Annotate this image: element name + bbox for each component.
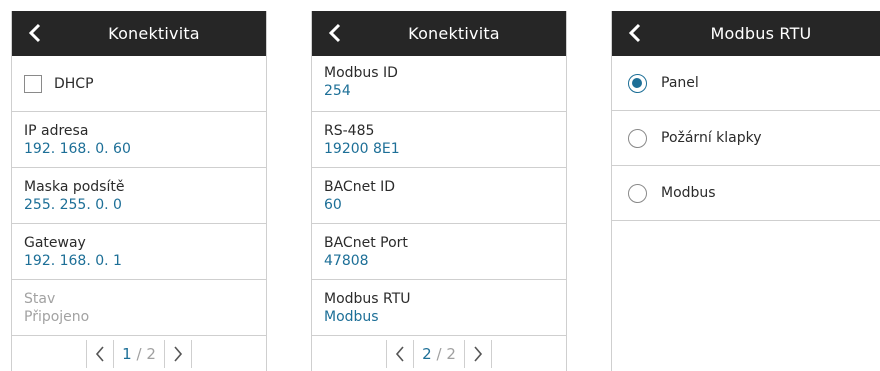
chevron-right-icon (174, 346, 182, 362)
option-label: Požární klapky (661, 130, 762, 146)
header: Modbus RTU (612, 11, 880, 56)
bacnet-port-item[interactable]: BACnet Port 47808 (312, 224, 566, 280)
field-label: Modbus RTU (324, 291, 411, 307)
chevron-right-icon (474, 346, 482, 362)
chevron-left-icon (328, 23, 341, 43)
prev-page-button[interactable] (387, 340, 413, 368)
field-value: 255. 255. 0. 0 (24, 197, 122, 213)
modbus-rtu-item[interactable]: Modbus RTU Modbus (312, 280, 566, 336)
option-label: Modbus (661, 185, 716, 201)
header: Konektivita (312, 11, 566, 56)
next-page-button[interactable] (465, 340, 491, 368)
page-separator: / (436, 345, 442, 363)
back-button[interactable] (22, 19, 48, 47)
radio-button[interactable] (628, 128, 647, 148)
prev-page-button[interactable] (87, 340, 113, 368)
radio-button[interactable] (628, 183, 647, 203)
option-fire-dampers[interactable]: Požární klapky (612, 111, 880, 166)
chevron-left-icon (28, 23, 41, 43)
chevron-left-icon (96, 346, 104, 362)
option-modbus[interactable]: Modbus (612, 166, 880, 221)
total-pages: 2 (146, 345, 156, 363)
dhcp-checkbox[interactable] (24, 74, 42, 93)
page-title: Konektivita (108, 24, 200, 43)
page-separator: / (136, 345, 142, 363)
page-title: Konektivita (408, 24, 500, 43)
modbus-rtu-screen: Modbus RTU Panel Požární klapky Modbus (611, 11, 880, 371)
pagination: 1 / 2 (12, 337, 266, 371)
page-title: Modbus RTU (710, 24, 812, 43)
field-label: Maska podsítě (24, 179, 125, 195)
connectivity-screen-page-1: Konektivita DHCP IP adresa 192. 168. 0. … (11, 11, 267, 371)
field-value: 47808 (324, 253, 369, 269)
dhcp-label: DHCP (54, 75, 94, 92)
header: Konektivita (12, 11, 266, 56)
divider (490, 340, 492, 368)
field-label: RS-485 (324, 123, 375, 139)
field-value: 192. 168. 0. 60 (24, 141, 131, 157)
bacnet-id-item[interactable]: BACnet ID 60 (312, 168, 566, 224)
current-page: 2 (422, 345, 432, 363)
pagination: 2 / 2 (312, 337, 566, 371)
status-item: Stav Připojeno (12, 280, 266, 336)
ip-address-item[interactable]: IP adresa 192. 168. 0. 60 (12, 112, 266, 168)
field-label: BACnet Port (324, 235, 408, 251)
chevron-left-icon (396, 346, 404, 362)
modbus-id-item[interactable]: Modbus ID 254 (312, 56, 566, 112)
field-label: BACnet ID (324, 179, 396, 195)
field-value: Modbus (324, 309, 379, 325)
field-label: IP adresa (24, 123, 89, 139)
page-indicator: 1 / 2 (114, 345, 164, 363)
field-value: 254 (324, 83, 351, 99)
field-label: Gateway (24, 235, 86, 251)
option-label: Panel (661, 75, 699, 91)
dhcp-checkbox-row[interactable]: DHCP (12, 56, 266, 112)
back-button[interactable] (622, 19, 648, 47)
radio-button-selected[interactable] (628, 73, 647, 93)
gateway-item[interactable]: Gateway 192. 168. 0. 1 (12, 224, 266, 280)
current-page: 1 (122, 345, 132, 363)
field-value: 60 (324, 197, 342, 213)
divider (190, 340, 192, 368)
field-label: Modbus ID (324, 65, 398, 81)
next-page-button[interactable] (165, 340, 191, 368)
back-button[interactable] (322, 19, 348, 47)
field-value: 192. 168. 0. 1 (24, 253, 122, 269)
field-value: 19200 8E1 (324, 141, 400, 157)
chevron-left-icon (628, 23, 641, 43)
rs485-item[interactable]: RS-485 19200 8E1 (312, 112, 566, 168)
field-value: Připojeno (24, 309, 90, 325)
subnet-mask-item[interactable]: Maska podsítě 255. 255. 0. 0 (12, 168, 266, 224)
total-pages: 2 (446, 345, 456, 363)
connectivity-screen-page-2: Konektivita Modbus ID 254 RS-485 19200 8… (311, 11, 567, 371)
page-indicator: 2 / 2 (414, 345, 464, 363)
field-label: Stav (24, 291, 56, 307)
option-panel[interactable]: Panel (612, 56, 880, 111)
